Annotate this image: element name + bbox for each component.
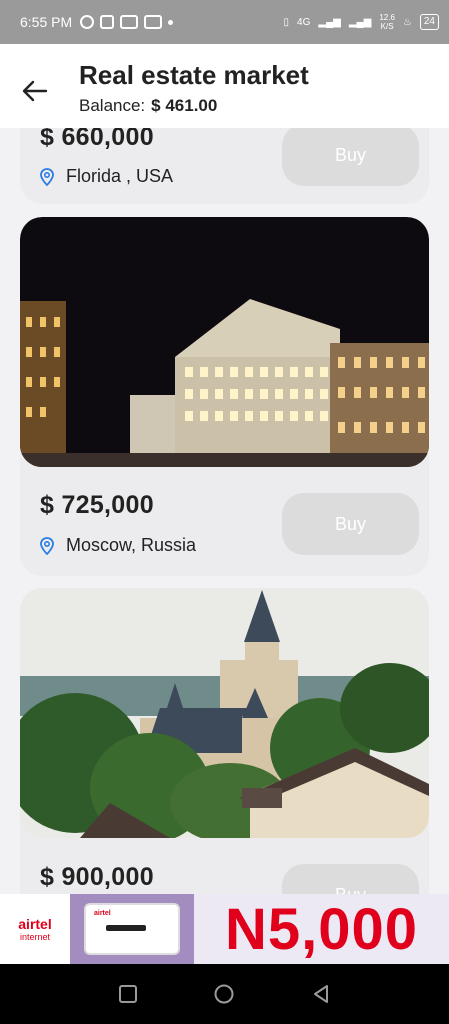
listing-card: $ 725,000 Moscow, Russia Buy <box>20 217 429 576</box>
gmail-icon <box>144 15 163 29</box>
buy-button[interactable]: Buy <box>282 128 419 186</box>
listing-card: $ 660,000 Florida , USA Buy <box>20 128 429 204</box>
back-triangle-icon[interactable] <box>310 983 332 1005</box>
back-arrow-icon[interactable] <box>22 80 48 102</box>
listing-price: $ 725,000 <box>40 491 154 519</box>
status-time: 6:55 PM <box>20 14 73 30</box>
app-header: Real estate market Balance: $ 461.00 <box>0 44 449 128</box>
status-bar: 6:55 PM ▯ 4G ▂▄▆ ▂▄▆ 12.6 K/S ♨ 24 <box>0 0 449 44</box>
moscow-buildings-image <box>20 217 429 467</box>
listing-location: Florida , USA <box>40 166 173 187</box>
listing-price: $ 900,000 <box>40 863 154 891</box>
router-device: airtel <box>84 903 180 955</box>
balance-label: Balance: <box>79 96 146 115</box>
signal-icon: ▂▄▆ <box>318 16 341 28</box>
vibrate-icon: ▯ <box>283 16 290 28</box>
listing-photo <box>20 588 429 838</box>
buy-button[interactable]: Buy <box>282 493 419 555</box>
notification-icons <box>80 15 174 29</box>
data-saver-icon: ♨ <box>402 16 412 28</box>
location-pin-icon <box>40 536 54 555</box>
youtube-icon <box>120 15 139 29</box>
listings-list[interactable]: $ 660,000 Florida , USA Buy $ 725,000 Mo… <box>0 128 449 894</box>
system-icons: ▯ 4G ▂▄▆ ▂▄▆ 12.6 K/S ♨ 24 <box>284 13 439 31</box>
listing-location: Moscow, Russia <box>40 535 196 556</box>
router-image: airtel <box>70 894 194 964</box>
recent-apps-icon[interactable] <box>117 983 139 1005</box>
ad-banner[interactable]: airtel internet airtel N5,000 <box>0 894 449 964</box>
location-pin-icon <box>40 167 54 186</box>
listing-photo <box>20 217 429 467</box>
facebook-icon <box>100 15 115 29</box>
ad-price: N5,000 <box>224 896 419 962</box>
page-title: Real estate market <box>79 60 309 90</box>
listing-price: $ 660,000 <box>40 128 154 151</box>
more-notifications-icon <box>168 19 174 25</box>
buy-button[interactable]: Buy <box>282 864 419 894</box>
airtel-logo: airtel internet <box>0 894 70 964</box>
signal-2-icon: ▂▄▆ <box>348 16 372 28</box>
network-type: 4G <box>297 16 311 28</box>
balance-display: Balance: $ 461.00 <box>79 96 217 116</box>
battery-indicator: 24 <box>419 14 439 30</box>
castle-image <box>20 588 429 838</box>
whatsapp-icon <box>80 15 95 29</box>
system-nav-bar <box>0 964 449 1024</box>
listing-card: $ 900,000 Buy <box>20 588 429 894</box>
speed-indicator: 12.6 K/S <box>379 13 395 31</box>
balance-value: $ 461.00 <box>151 96 218 115</box>
home-icon[interactable] <box>213 983 235 1005</box>
